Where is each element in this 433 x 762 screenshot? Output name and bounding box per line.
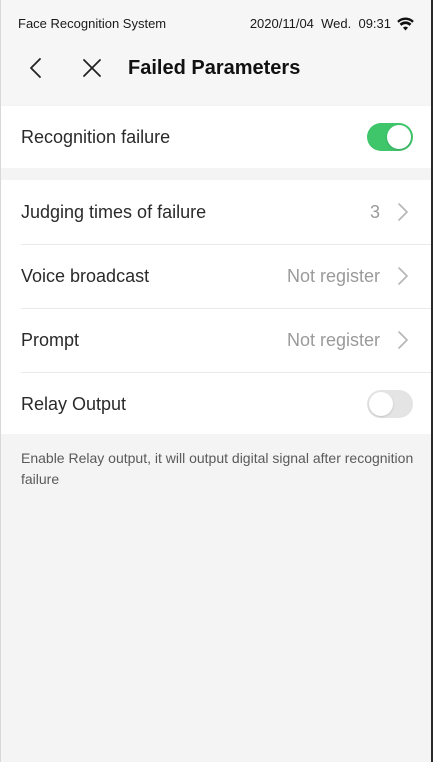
judging-times-value: 3	[369, 201, 380, 222]
chevron-left-icon[interactable]	[25, 56, 49, 80]
relay-output-toggle[interactable]	[367, 390, 413, 418]
judging-times-label: Judging times of failure	[21, 201, 207, 222]
header: Face Recognition System 2020/11/04 Wed. …	[1, 0, 431, 104]
prompt-row[interactable]: Prompt Not register	[1, 308, 431, 372]
prompt-value: Not register	[286, 329, 380, 350]
relay-output-row: Relay Output	[1, 372, 431, 436]
toggle-knob	[387, 125, 411, 149]
voice-broadcast-value: Not register	[286, 265, 380, 286]
chevron-right-icon	[398, 331, 408, 349]
voice-broadcast-row[interactable]: Voice broadcast Not register	[1, 244, 431, 308]
status-right: 2020/11/04 Wed. 09:31	[250, 16, 414, 31]
toggle-knob	[369, 392, 393, 416]
recognition-failure-card: Recognition failure	[1, 106, 431, 168]
status-datetime: 2020/11/04 Wed. 09:31	[249, 16, 391, 31]
chevron-right-icon	[398, 203, 408, 221]
status-app-name: Face Recognition System	[18, 16, 167, 31]
prompt-label: Prompt	[21, 329, 80, 350]
chevron-right-icon	[398, 267, 408, 285]
settings-card: Judging times of failure 3 Voice broadca…	[1, 180, 431, 436]
recognition-failure-toggle[interactable]	[367, 123, 413, 151]
status-bar: Face Recognition System 2020/11/04 Wed. …	[1, 0, 431, 44]
nav-bar: Failed Parameters	[1, 44, 431, 96]
wifi-icon	[397, 17, 414, 30]
recognition-failure-label: Recognition failure	[21, 126, 171, 147]
app-frame: Face Recognition System 2020/11/04 Wed. …	[0, 0, 433, 762]
recognition-failure-row: Recognition failure	[1, 106, 431, 168]
page-title: Failed Parameters	[128, 57, 301, 79]
relay-output-hint: Enable Relay output, it will output digi…	[21, 450, 414, 487]
close-icon[interactable]	[80, 56, 104, 80]
judging-times-row[interactable]: Judging times of failure 3	[1, 180, 431, 244]
relay-output-label: Relay Output	[21, 393, 127, 414]
voice-broadcast-label: Voice broadcast	[21, 265, 150, 286]
